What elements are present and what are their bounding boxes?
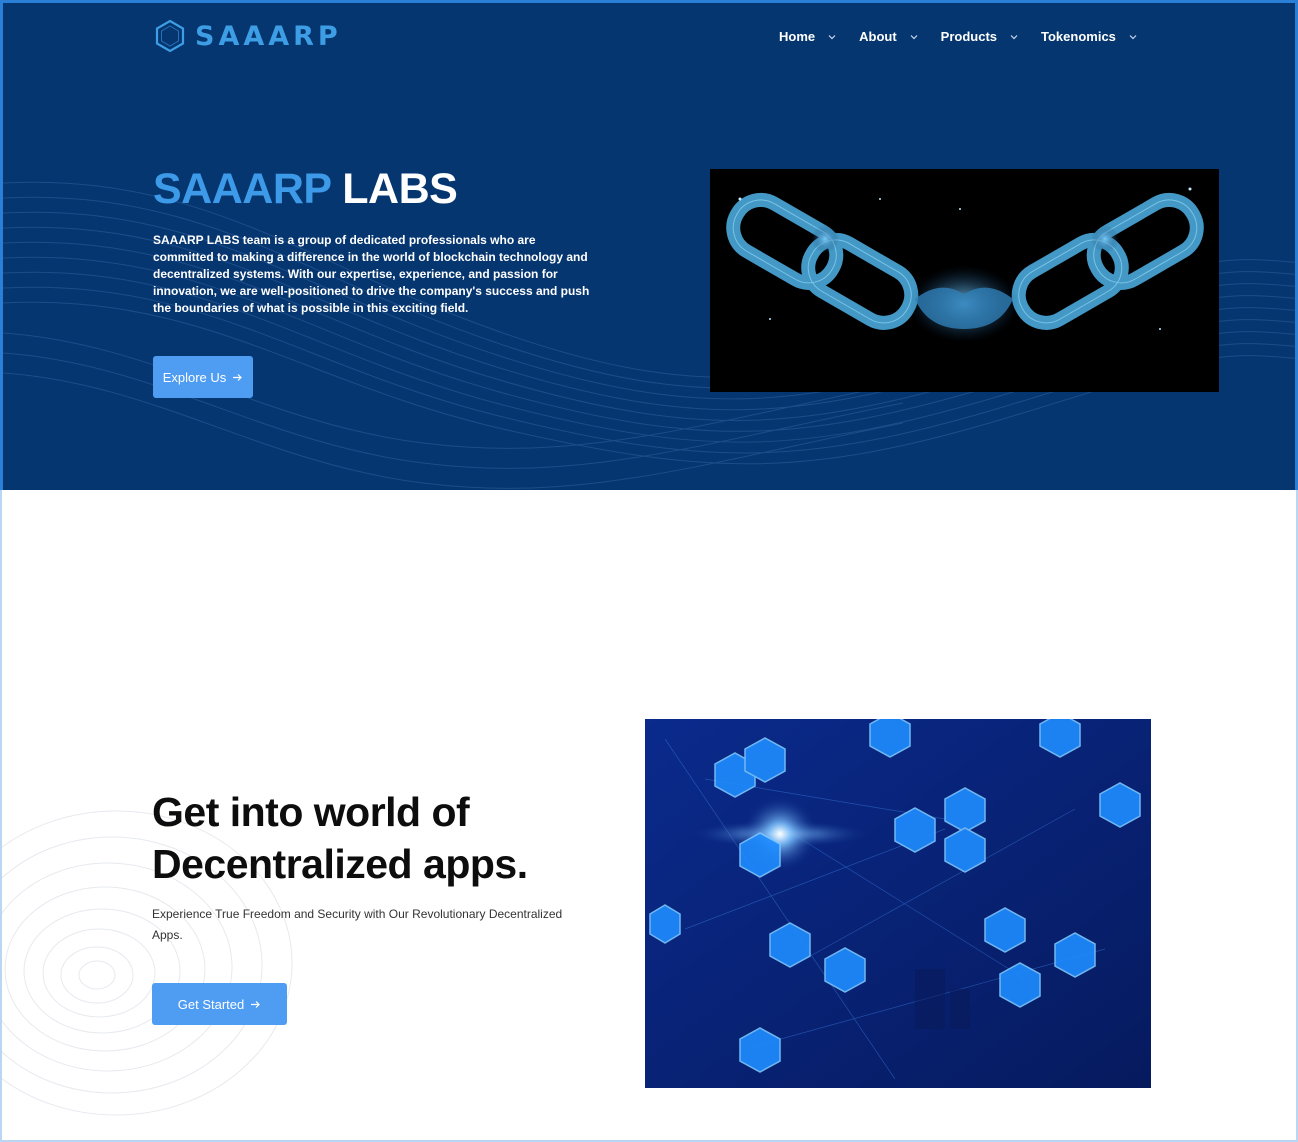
chevron-down-icon — [1129, 34, 1137, 39]
hero-title: SAAARP LABS — [153, 165, 458, 214]
brand-name: SAAARP — [195, 20, 342, 52]
get-started-label: Get Started — [177, 996, 245, 1012]
get-started-button[interactable]: Get Started — [152, 983, 287, 1025]
nav-item-tokenomics[interactable]: Tokenomics — [1041, 29, 1138, 44]
blockchain-handshake-image — [710, 169, 1219, 392]
nav-item-label: Products — [940, 29, 998, 44]
chevron-down-icon — [828, 34, 836, 39]
explore-us-label: Explore Us — [162, 369, 227, 385]
dapps-section: Get into world of Decentralized apps. Ex… — [0, 490, 1298, 1142]
hexagon-network-image — [645, 719, 1151, 1088]
main-nav: Home About Products Tokenomics — [779, 29, 1138, 44]
dapps-description: Experience True Freedom and Security wit… — [152, 907, 563, 942]
nav-item-products[interactable]: Products — [941, 29, 1019, 44]
nav-item-label: About — [859, 29, 897, 44]
nav-item-home[interactable]: Home — [779, 29, 837, 44]
dapps-title-end: apps. — [423, 841, 528, 887]
arrow-right-icon — [251, 1000, 261, 1008]
chevron-down-icon — [910, 34, 918, 39]
hero-title-rest: LABS — [342, 165, 458, 213]
hero-description: SAAARP LABS team is a group of dedicated… — [153, 233, 590, 315]
nav-item-about[interactable]: About — [859, 29, 919, 44]
dapps-title-highlight: Decentralized — [152, 841, 413, 887]
hero-section: SAAARP Home About Products Tokenomics SA… — [0, 0, 1298, 490]
nav-item-label: Tokenomics — [1041, 29, 1116, 44]
chevron-down-icon — [1010, 34, 1018, 39]
brand-logo[interactable]: SAAARP — [153, 19, 342, 53]
nav-item-label: Home — [779, 29, 816, 44]
dapps-title-line1: Get into world of — [152, 789, 470, 835]
explore-us-button[interactable]: Explore Us — [153, 356, 253, 398]
hero-title-accent: SAAARP — [153, 165, 331, 213]
hexagon-logo-icon — [155, 19, 185, 53]
arrow-right-icon — [233, 373, 243, 381]
dapps-title: Get into world of Decentralized apps. — [152, 786, 528, 890]
